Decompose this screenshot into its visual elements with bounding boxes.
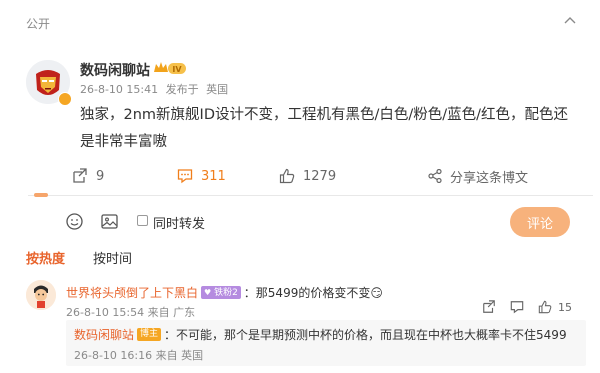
avatar[interactable] bbox=[26, 60, 72, 106]
comment-meta: 26-8-10 15:54 来自 广东 bbox=[66, 304, 195, 320]
comment-text: ：那5499的价格变不变 bbox=[243, 286, 371, 300]
repost-checkbox[interactable] bbox=[137, 215, 148, 226]
submit-comment-button[interactable]: 评论 bbox=[510, 207, 570, 237]
repost-button[interactable]: 9 bbox=[72, 164, 104, 188]
comment-button[interactable]: 311 bbox=[177, 164, 226, 188]
share-icon bbox=[428, 169, 442, 183]
reply-meta: 26-8-10 16:16 来自 英国 bbox=[74, 347, 203, 363]
chevron-up-icon[interactable] bbox=[564, 16, 576, 24]
post-timestamp[interactable]: 26-8-10 15:41 bbox=[80, 83, 158, 96]
comment-repost-button[interactable] bbox=[482, 300, 496, 314]
visibility-label: 公开 bbox=[26, 17, 51, 31]
emoji-icon[interactable] bbox=[66, 213, 83, 230]
repost-count: 9 bbox=[96, 168, 105, 184]
post-source-prefix: 发布于 bbox=[165, 83, 199, 96]
repost-icon bbox=[483, 300, 495, 313]
cartoon-avatar-icon bbox=[26, 280, 56, 310]
commenter-name[interactable]: 世界将头颅倒了上下黑白 bbox=[66, 286, 198, 300]
post-location: 英国 bbox=[206, 83, 229, 96]
author-name[interactable]: 数码闲聊站 bbox=[80, 60, 150, 80]
comment-timestamp: 26-8-10 15:54 bbox=[66, 306, 145, 319]
reply-line: 数码闲聊站 博主 ：不可能，那个是早期预测中杯的价格，而且现在中杯也大概率卡不住54… bbox=[74, 326, 567, 343]
repost-icon bbox=[73, 168, 87, 183]
host-badge: 博主 bbox=[137, 328, 162, 341]
reply-source: 来自 英国 bbox=[155, 349, 204, 362]
thumbs-up-icon bbox=[279, 168, 295, 184]
comment-icon bbox=[510, 301, 524, 314]
fan-badge-label: 铁粉2 bbox=[214, 288, 238, 298]
reply-author-name[interactable]: 数码闲聊站 bbox=[74, 328, 134, 342]
post-text: 独家，2nm新旗舰ID设计不变，工程机有黑色/白色/粉色/蓝色/红色，配色还是非… bbox=[80, 107, 569, 150]
post-actions: 9 311 1279 分享这条博文 bbox=[0, 164, 600, 188]
comment-toolbar: 同时转发 评论 bbox=[0, 205, 600, 239]
comment-like-count: 15 bbox=[558, 300, 572, 314]
comment-line: 世界将头颅倒了上下黑白 ♥ 铁粉2 ：那5499的价格变不变😏 bbox=[66, 284, 383, 301]
tab-sort-hot[interactable]: 按热度 bbox=[26, 248, 65, 267]
comment-reply-button[interactable] bbox=[510, 300, 524, 314]
like-button[interactable]: 1279 bbox=[279, 164, 336, 188]
heart-icon: ♥ bbox=[204, 288, 212, 297]
level-text: IV bbox=[172, 65, 182, 74]
comment-count: 311 bbox=[201, 168, 226, 184]
section-divider bbox=[28, 195, 593, 196]
commenter-avatar[interactable] bbox=[26, 280, 56, 310]
post-meta: 26-8-10 15:41 发布于 英国 bbox=[80, 81, 232, 97]
comment-actions: 15 bbox=[480, 300, 580, 320]
comment-icon bbox=[177, 169, 193, 184]
share-button[interactable]: 分享这条博文 bbox=[428, 164, 528, 188]
post-header-bar: 公开 bbox=[0, 0, 600, 40]
fan-badge: ♥ 铁粉2 bbox=[201, 286, 241, 299]
repost-checkbox-label[interactable]: 同时转发 bbox=[153, 213, 205, 232]
crown-level-icon: IV bbox=[154, 62, 186, 74]
like-count: 1279 bbox=[303, 168, 337, 184]
reply-text: ：不可能，那个是早期预测中杯的价格，而且现在中杯也大概率卡不住5499 bbox=[164, 328, 567, 342]
share-label: 分享这条博文 bbox=[450, 170, 529, 186]
active-indicator bbox=[34, 193, 48, 197]
smirk-emoji-icon: 😏 bbox=[370, 286, 383, 300]
image-icon[interactable] bbox=[101, 213, 118, 230]
comment-source: 来自 广东 bbox=[147, 306, 196, 319]
verified-badge-icon bbox=[58, 92, 72, 106]
thumbs-up-icon bbox=[538, 300, 552, 314]
tab-sort-time[interactable]: 按时间 bbox=[93, 248, 132, 267]
reply-timestamp: 26-8-10 16:16 bbox=[74, 349, 153, 362]
comment-like-button[interactable]: 15 bbox=[538, 300, 572, 314]
reply-item: 数码闲聊站 博主 ：不可能，那个是早期预测中杯的价格，而且现在中杯也大概率卡不住54… bbox=[66, 320, 586, 366]
